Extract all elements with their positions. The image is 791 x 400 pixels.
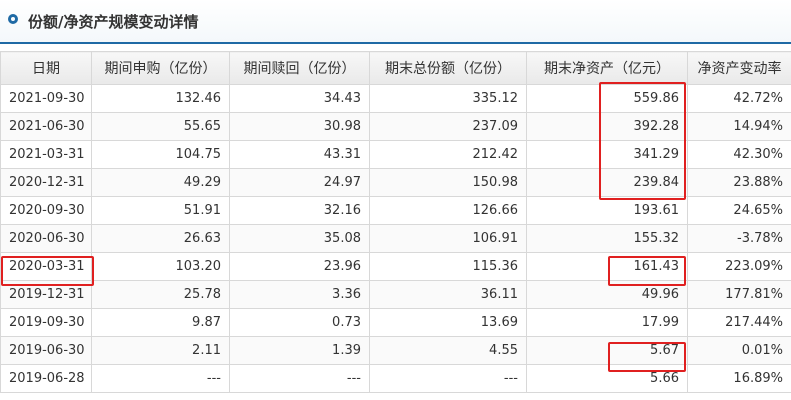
cell-total-shares: 150.98 <box>369 168 527 197</box>
table-row: 2021-03-31 104.75 43.31 212.42 341.29 42… <box>0 140 791 169</box>
cell-subscription: 55.65 <box>91 112 230 141</box>
cell-net-assets: 17.99 <box>526 308 688 337</box>
cell-total-shares: 237.09 <box>369 112 527 141</box>
column-header-subscription[interactable]: 期间申购（亿份） <box>91 51 230 85</box>
column-header-redemption[interactable]: 期间赎回（亿份） <box>229 51 370 85</box>
cell-subscription: 51.91 <box>91 196 230 225</box>
cell-date: 2019-12-31 <box>0 280 92 309</box>
cell-change-rate: 23.88% <box>687 168 791 197</box>
cell-change-rate: 14.94% <box>687 112 791 141</box>
cell-subscription: 104.75 <box>91 140 230 169</box>
cell-change-rate: 16.89% <box>687 364 791 393</box>
cell-redemption: 0.73 <box>229 308 370 337</box>
cell-date: 2021-09-30 <box>0 84 92 113</box>
cell-change-rate: 42.72% <box>687 84 791 113</box>
cell-subscription: 49.29 <box>91 168 230 197</box>
table-row: 2019-06-30 2.11 1.39 4.55 5.67 0.01% <box>0 336 791 365</box>
cell-total-shares: 13.69 <box>369 308 527 337</box>
cell-change-rate: 217.44% <box>687 308 791 337</box>
cell-change-rate: 223.09% <box>687 252 791 281</box>
cell-net-assets: 392.28 <box>526 112 688 141</box>
table-row: 2019-09-30 9.87 0.73 13.69 17.99 217.44% <box>0 308 791 337</box>
cell-redemption: 30.98 <box>229 112 370 141</box>
cell-date: 2020-09-30 <box>0 196 92 225</box>
cell-redemption: 3.36 <box>229 280 370 309</box>
cell-net-assets: 5.67 <box>526 336 688 365</box>
cell-subscription: --- <box>91 364 230 393</box>
section-header: 份额/净资产规模变动详情 <box>0 0 791 44</box>
cell-total-shares: 115.36 <box>369 252 527 281</box>
cell-net-assets: 341.29 <box>526 140 688 169</box>
cell-total-shares: 126.66 <box>369 196 527 225</box>
cell-change-rate: 0.01% <box>687 336 791 365</box>
cell-change-rate: 177.81% <box>687 280 791 309</box>
cell-total-shares: 106.91 <box>369 224 527 253</box>
cell-subscription: 103.20 <box>91 252 230 281</box>
cell-subscription: 132.46 <box>91 84 230 113</box>
cell-change-rate: -3.78% <box>687 224 791 253</box>
table-row: 2021-06-30 55.65 30.98 237.09 392.28 14.… <box>0 112 791 141</box>
cell-redemption: 34.43 <box>229 84 370 113</box>
cell-total-shares: 212.42 <box>369 140 527 169</box>
cell-subscription: 25.78 <box>91 280 230 309</box>
share-change-table: 日期 期间申购（亿份） 期间赎回（亿份） 期末总份额（亿份） 期末净资产（亿元）… <box>0 51 791 393</box>
cell-net-assets: 5.66 <box>526 364 688 393</box>
cell-redemption: 24.97 <box>229 168 370 197</box>
cell-subscription: 2.11 <box>91 336 230 365</box>
cell-redemption: 35.08 <box>229 224 370 253</box>
cell-redemption: 32.16 <box>229 196 370 225</box>
cell-date: 2019-09-30 <box>0 308 92 337</box>
cell-change-rate: 42.30% <box>687 140 791 169</box>
table-row: 2019-12-31 25.78 3.36 36.11 49.96 177.81… <box>0 280 791 309</box>
table-row: 2020-03-31 103.20 23.96 115.36 161.43 22… <box>0 252 791 281</box>
cell-date: 2020-06-30 <box>0 224 92 253</box>
cell-redemption: 43.31 <box>229 140 370 169</box>
table-row: 2019-06-28 --- --- --- 5.66 16.89% <box>0 364 791 393</box>
table-row: 2020-06-30 26.63 35.08 106.91 155.32 -3.… <box>0 224 791 253</box>
column-header-net-assets[interactable]: 期末净资产（亿元） <box>526 51 688 85</box>
column-header-change-rate[interactable]: 净资产变动率 <box>687 51 791 85</box>
cell-total-shares: --- <box>369 364 527 393</box>
cell-change-rate: 24.65% <box>687 196 791 225</box>
table-row: 2020-12-31 49.29 24.97 150.98 239.84 23.… <box>0 168 791 197</box>
cell-total-shares: 4.55 <box>369 336 527 365</box>
cell-date: 2021-06-30 <box>0 112 92 141</box>
cell-date: 2020-12-31 <box>0 168 92 197</box>
cell-date: 2021-03-31 <box>0 140 92 169</box>
cell-net-assets: 161.43 <box>526 252 688 281</box>
cell-date: 2019-06-30 <box>0 336 92 365</box>
table-header-row: 日期 期间申购（亿份） 期间赎回（亿份） 期末总份额（亿份） 期末净资产（亿元）… <box>0 51 791 85</box>
cell-net-assets: 49.96 <box>526 280 688 309</box>
section-title: 份额/净资产规模变动详情 <box>28 13 199 31</box>
cell-net-assets: 239.84 <box>526 168 688 197</box>
cell-redemption: 23.96 <box>229 252 370 281</box>
column-header-total-shares[interactable]: 期末总份额（亿份） <box>369 51 527 85</box>
cell-subscription: 9.87 <box>91 308 230 337</box>
cell-net-assets: 193.61 <box>526 196 688 225</box>
circle-bullet-icon <box>8 14 18 24</box>
cell-date: 2020-03-31 <box>0 252 92 281</box>
cell-redemption: --- <box>229 364 370 393</box>
cell-net-assets: 155.32 <box>526 224 688 253</box>
cell-subscription: 26.63 <box>91 224 230 253</box>
cell-total-shares: 36.11 <box>369 280 527 309</box>
cell-redemption: 1.39 <box>229 336 370 365</box>
column-header-date[interactable]: 日期 <box>0 51 92 85</box>
cell-date: 2019-06-28 <box>0 364 92 393</box>
table-row: 2020-09-30 51.91 32.16 126.66 193.61 24.… <box>0 196 791 225</box>
table-row: 2021-09-30 132.46 34.43 335.12 559.86 42… <box>0 84 791 113</box>
cell-net-assets: 559.86 <box>526 84 688 113</box>
cell-total-shares: 335.12 <box>369 84 527 113</box>
